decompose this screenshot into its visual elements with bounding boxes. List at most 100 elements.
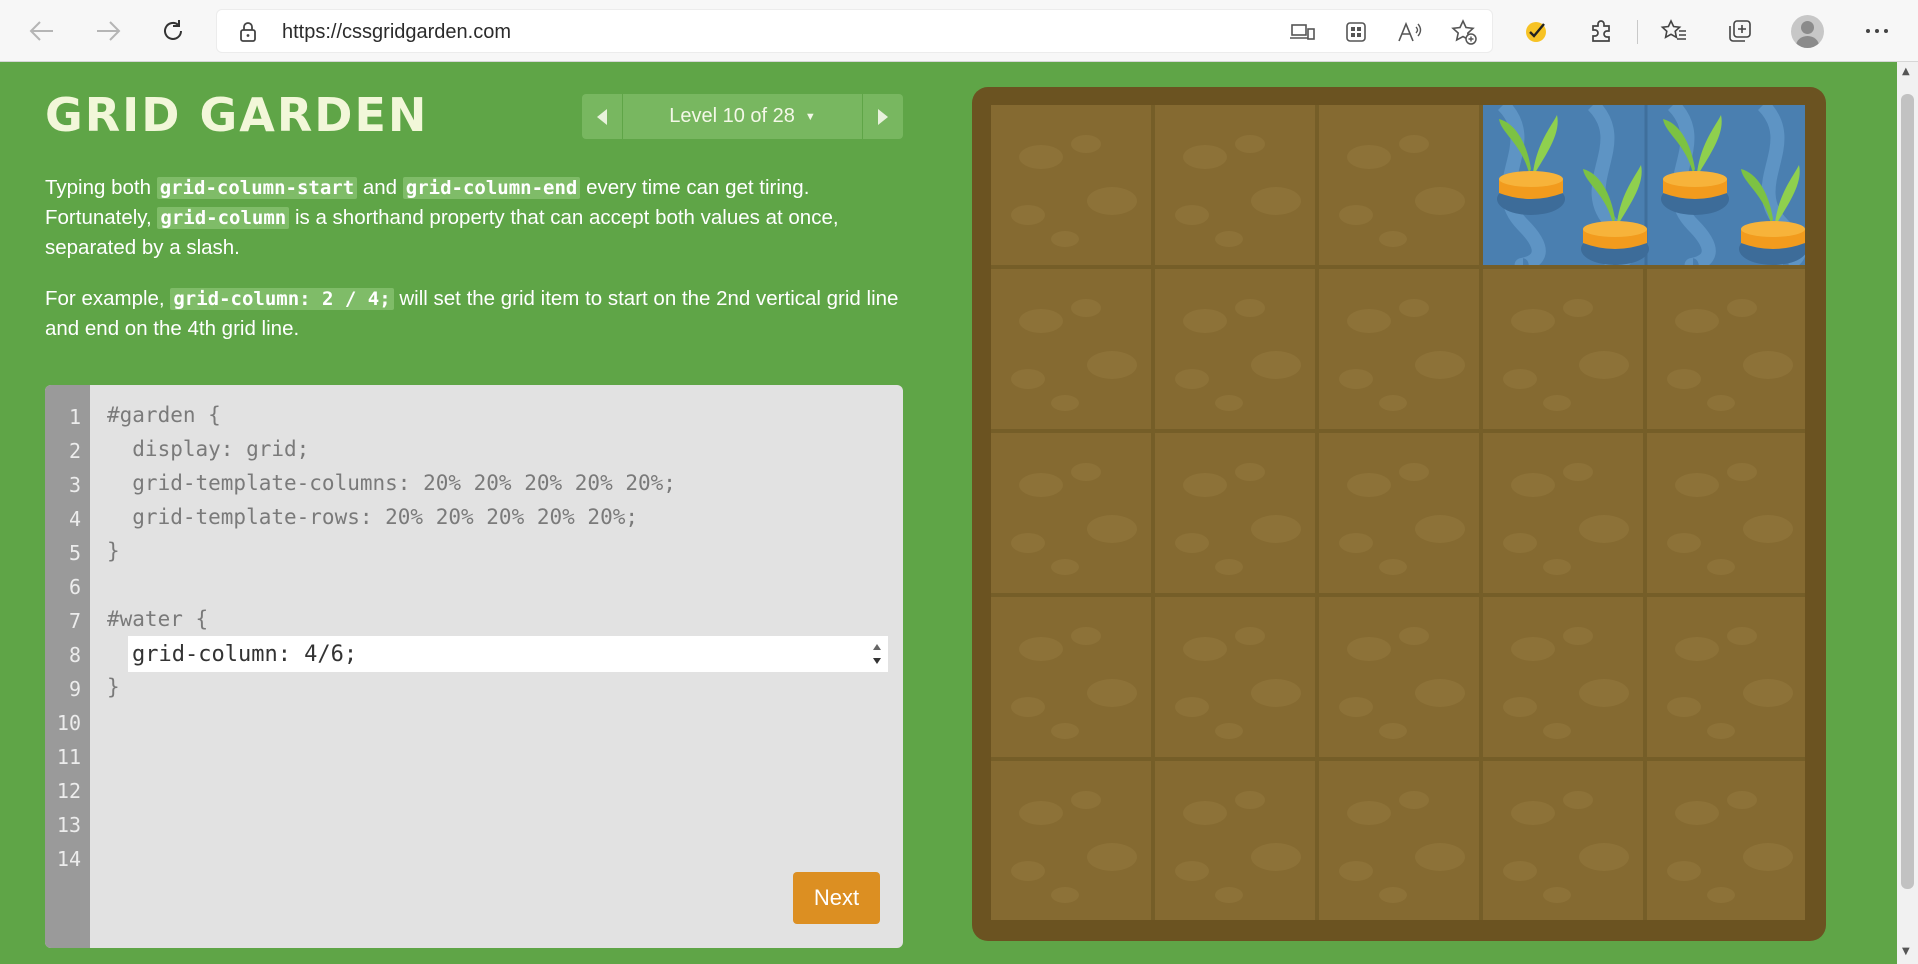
soil-texture-spot (1675, 473, 1719, 497)
soil-texture-spot (1511, 637, 1555, 661)
instructions: Typing both grid-column-start and grid-c… (45, 173, 905, 365)
soil-texture-spot (1235, 627, 1265, 645)
toolbar-separator (1637, 20, 1638, 44)
refresh-icon[interactable] (158, 16, 188, 46)
soil-texture-spot (1543, 887, 1571, 903)
soil-texture-spot (1087, 679, 1137, 707)
carrot-icon (1655, 113, 1735, 227)
level-indicator: Level 10 of 28 (669, 105, 795, 127)
scroll-down-icon[interactable]: ▼ (1902, 946, 1910, 957)
soil-texture-spot (1087, 515, 1137, 543)
code-line: } (107, 675, 120, 699)
soil-texture-spot (1339, 533, 1373, 553)
next-level-button[interactable] (863, 94, 903, 139)
soil-texture-spot (1087, 187, 1137, 215)
line-number: 8 (68, 643, 81, 667)
code-line: grid-template-columns: 20% 20% 20% 20% 2… (107, 471, 676, 495)
extensions-puzzle-icon[interactable] (1586, 16, 1616, 46)
soil-cell (991, 433, 1151, 593)
soil-texture-spot (1543, 559, 1571, 575)
soil-texture-spot (1503, 533, 1537, 553)
soil-texture-spot (1579, 515, 1629, 543)
line-number: 13 (56, 813, 81, 837)
soil-texture-spot (1667, 369, 1701, 389)
soil-texture-spot (1563, 791, 1593, 809)
line-number: 4 (68, 507, 81, 531)
scrollbar-thumb[interactable] (1901, 94, 1914, 889)
address-bar[interactable]: https://cssgridgarden.com (216, 9, 1493, 53)
previous-level-button[interactable] (582, 94, 622, 139)
soil-texture-spot (1727, 463, 1757, 481)
code-highlight: grid-column-end (402, 177, 581, 199)
soil-texture-spot (1175, 861, 1209, 881)
soil-texture-spot (1235, 791, 1265, 809)
code-highlight: grid-column: 2 / 4; (170, 288, 394, 310)
soil-texture-spot (1019, 473, 1063, 497)
soil-texture-spot (1011, 205, 1045, 225)
soil-texture-spot (1051, 723, 1079, 739)
soil-texture-spot (1675, 637, 1719, 661)
collections-icon[interactable] (1725, 16, 1755, 46)
apps-grid-icon[interactable] (1341, 17, 1371, 47)
code-line: #water { (107, 607, 209, 631)
read-aloud-icon[interactable] (1395, 17, 1425, 47)
soil-texture-spot (1415, 187, 1465, 215)
code-line: grid-template-rows: 20% 20% 20% 20% 20%; (107, 505, 639, 529)
scroll-up-icon[interactable]: ▲ (1902, 66, 1910, 77)
carrot-icon (1491, 113, 1571, 227)
add-favorite-icon[interactable] (1449, 17, 1479, 47)
soil-texture-spot (1347, 145, 1391, 169)
soil-cell (1319, 105, 1479, 265)
next-button[interactable]: Next (793, 872, 880, 924)
line-number: 6 (68, 575, 81, 599)
soil-texture-spot (1707, 559, 1735, 575)
forward-icon[interactable] (93, 16, 123, 46)
more-options-icon[interactable] (1862, 16, 1892, 46)
soil-texture-spot (1675, 309, 1719, 333)
soil-texture-spot (1743, 679, 1793, 707)
soil-texture-spot (1543, 395, 1571, 411)
soil-cell (1647, 597, 1805, 757)
soil-texture-spot (1051, 887, 1079, 903)
back-icon[interactable] (27, 16, 57, 46)
soil-texture-spot (1415, 843, 1465, 871)
soil-texture-spot (1707, 395, 1735, 411)
extension-checkmark-icon[interactable] (1521, 16, 1551, 46)
soil-texture-spot (1339, 369, 1373, 389)
soil-texture-spot (1071, 627, 1101, 645)
lock-icon[interactable] (233, 17, 263, 47)
browser-toolbar: https://cssgridgarden.com (0, 0, 1918, 62)
soil-cell (1483, 433, 1643, 593)
soil-cell (1155, 761, 1315, 920)
instruction-paragraph: Typing both grid-column-start and grid-c… (45, 173, 905, 262)
instruction-text: and (357, 176, 403, 199)
soil-cell (1319, 269, 1479, 429)
soil-texture-spot (1235, 299, 1265, 317)
level-selector[interactable]: Level 10 of 28 ▼ (623, 94, 862, 139)
soil-texture-spot (1235, 135, 1265, 153)
url-text[interactable]: https://cssgridgarden.com (282, 21, 511, 44)
soil-texture-spot (1415, 351, 1465, 379)
soil-cell (1155, 269, 1315, 429)
css-code-input[interactable] (128, 636, 868, 672)
soil-cell (1647, 269, 1805, 429)
page-scrollbar[interactable]: ▲ ▼ (1897, 62, 1918, 964)
soil-texture-spot (1347, 309, 1391, 333)
soil-texture-spot (1563, 299, 1593, 317)
caret-down-icon: ▼ (804, 110, 816, 123)
favorites-icon[interactable] (1659, 16, 1689, 46)
soil-texture-spot (1183, 145, 1227, 169)
soil-cell (991, 269, 1151, 429)
soil-texture-spot (1215, 559, 1243, 575)
soil-texture-spot (1019, 801, 1063, 825)
soil-cell (1647, 761, 1805, 920)
soil-texture-spot (1347, 801, 1391, 825)
soil-cell (991, 761, 1151, 920)
soil-texture-spot (1011, 861, 1045, 881)
soil-texture-spot (1019, 309, 1063, 333)
soil-texture-spot (1051, 395, 1079, 411)
resize-arrows-icon[interactable] (870, 639, 884, 669)
app-available-icon[interactable] (1287, 17, 1317, 47)
profile-avatar[interactable] (1791, 15, 1824, 48)
soil-texture-spot (1667, 697, 1701, 717)
